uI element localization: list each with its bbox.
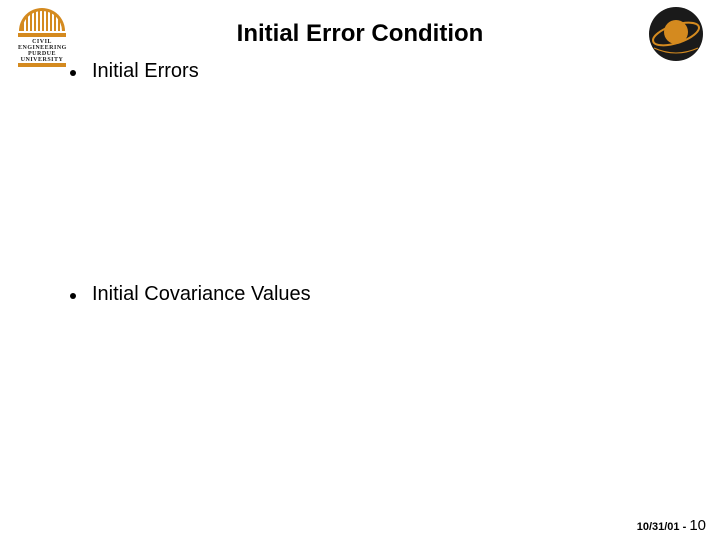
bullet-dot-icon bbox=[70, 293, 76, 299]
slide-content: Initial Errors Initial Covariance Values bbox=[70, 60, 680, 306]
bullet-item: Initial Errors bbox=[70, 60, 680, 83]
bullet-text: Initial Covariance Values bbox=[92, 283, 311, 306]
slide-footer: 10/31/01 - 10 bbox=[637, 517, 706, 534]
slide: CIVIL ENGINEERING PURDUE UNIVERSITY Init… bbox=[0, 0, 720, 540]
logo-line4: UNIVERSITY bbox=[18, 57, 66, 63]
footer-page: 10 bbox=[689, 517, 706, 534]
footer-date: 10/31/01 - bbox=[637, 521, 690, 533]
logo-band-bottom bbox=[18, 63, 66, 67]
bullet-text: Initial Errors bbox=[92, 60, 199, 83]
bullet-item: Initial Covariance Values bbox=[70, 283, 680, 306]
bullet-dot-icon bbox=[70, 70, 76, 76]
slide-title: Initial Error Condition bbox=[0, 20, 720, 48]
